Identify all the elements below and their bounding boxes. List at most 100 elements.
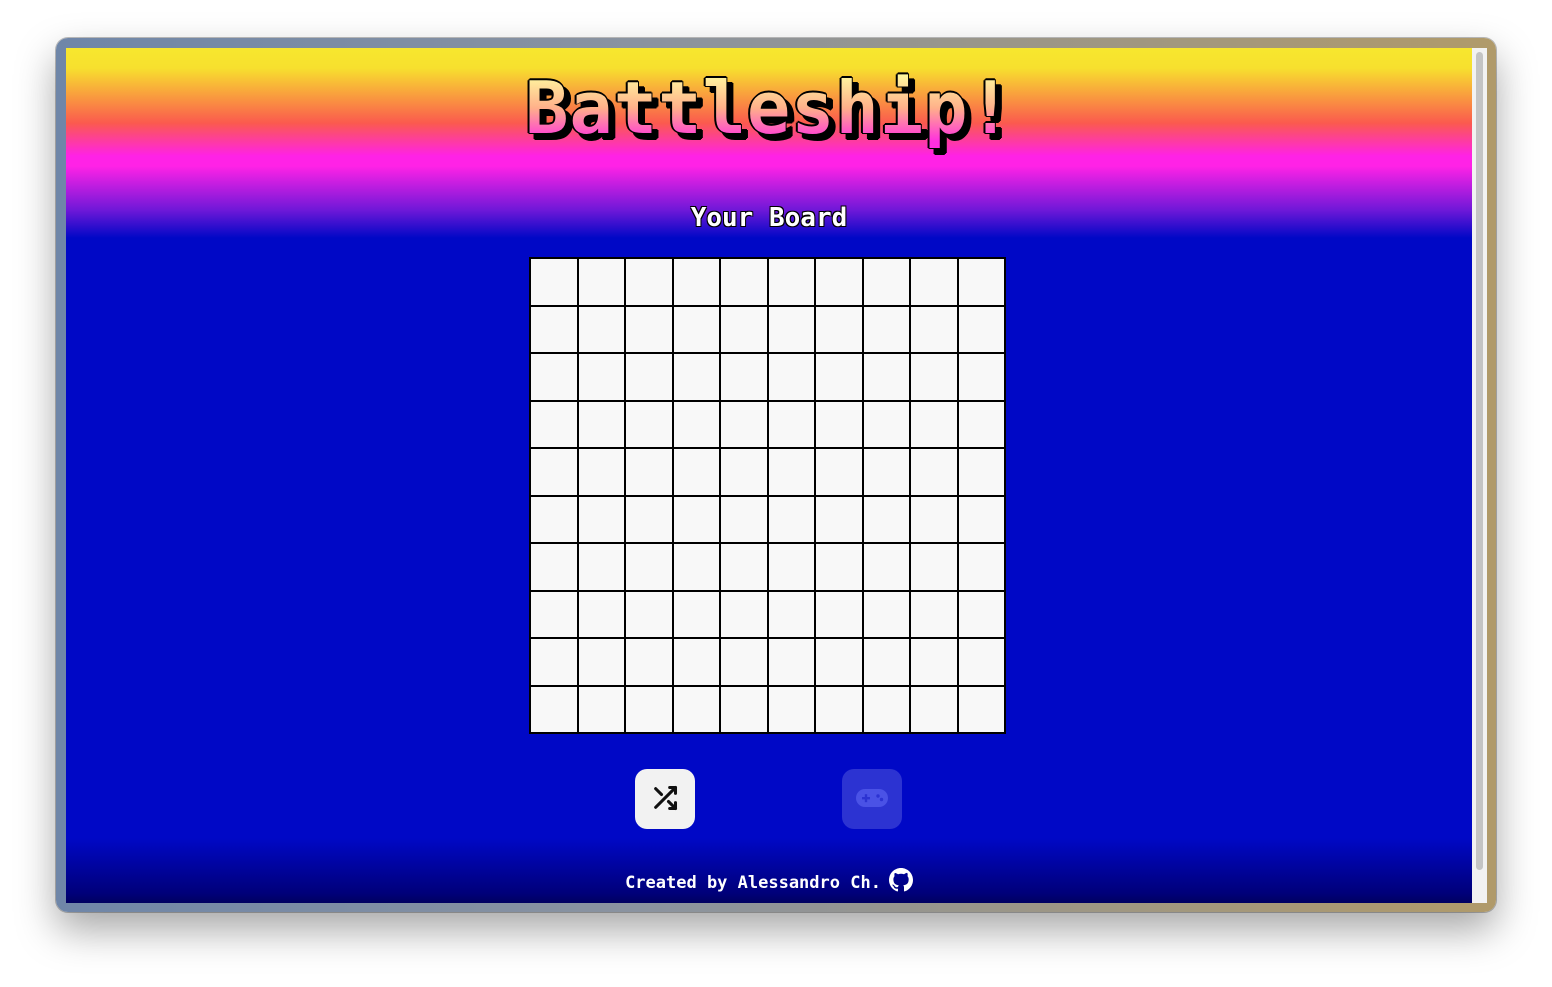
board-cell[interactable]: [578, 639, 624, 685]
board-cell[interactable]: [911, 449, 957, 495]
board-cell[interactable]: [626, 401, 672, 447]
board-cell[interactable]: [816, 354, 862, 400]
board-cell[interactable]: [863, 306, 909, 352]
board-cell[interactable]: [578, 544, 624, 590]
board-cell[interactable]: [721, 401, 767, 447]
board-cell[interactable]: [673, 306, 719, 352]
board-cell[interactable]: [531, 544, 577, 590]
board-cell[interactable]: [626, 306, 672, 352]
board-cell[interactable]: [531, 686, 577, 732]
board-cell[interactable]: [578, 496, 624, 542]
board-cell[interactable]: [816, 259, 862, 305]
board-cell[interactable]: [531, 591, 577, 637]
board-cell[interactable]: [721, 496, 767, 542]
board-cell[interactable]: [816, 544, 862, 590]
board-cell[interactable]: [626, 639, 672, 685]
board-cell[interactable]: [626, 591, 672, 637]
board-cell[interactable]: [721, 449, 767, 495]
board-cell[interactable]: [531, 306, 577, 352]
board-cell[interactable]: [531, 449, 577, 495]
board-cell[interactable]: [816, 686, 862, 732]
board-cell[interactable]: [673, 449, 719, 495]
board-cell[interactable]: [721, 639, 767, 685]
board-cell[interactable]: [721, 591, 767, 637]
board-cell[interactable]: [958, 686, 1004, 732]
start-game-button[interactable]: [842, 769, 902, 829]
board-cell[interactable]: [958, 496, 1004, 542]
board-cell[interactable]: [578, 306, 624, 352]
board-cell[interactable]: [531, 259, 577, 305]
board-cell[interactable]: [911, 354, 957, 400]
board-cell[interactable]: [958, 401, 1004, 447]
board-cell[interactable]: [721, 259, 767, 305]
board-cell[interactable]: [531, 354, 577, 400]
board-cell[interactable]: [673, 496, 719, 542]
board-cell[interactable]: [958, 639, 1004, 685]
scrollbar-thumb[interactable]: [1476, 52, 1483, 870]
board-cell[interactable]: [531, 496, 577, 542]
board-cell[interactable]: [768, 686, 814, 732]
board-cell[interactable]: [768, 496, 814, 542]
board-cell[interactable]: [863, 449, 909, 495]
board-cell[interactable]: [768, 306, 814, 352]
board-cell[interactable]: [626, 686, 672, 732]
board-cell[interactable]: [673, 591, 719, 637]
board-cell[interactable]: [816, 401, 862, 447]
board-cell[interactable]: [816, 496, 862, 542]
board-cell[interactable]: [768, 354, 814, 400]
board-cell[interactable]: [626, 496, 672, 542]
board-cell[interactable]: [958, 544, 1004, 590]
board-cell[interactable]: [958, 591, 1004, 637]
board-cell[interactable]: [816, 639, 862, 685]
board-cell[interactable]: [958, 259, 1004, 305]
board-cell[interactable]: [721, 686, 767, 732]
board-cell[interactable]: [863, 259, 909, 305]
board-cell[interactable]: [958, 354, 1004, 400]
board-cell[interactable]: [863, 686, 909, 732]
github-link[interactable]: [888, 868, 913, 897]
board-cell[interactable]: [863, 591, 909, 637]
board-cell[interactable]: [958, 306, 1004, 352]
board-cell[interactable]: [578, 401, 624, 447]
board-cell[interactable]: [626, 259, 672, 305]
board-cell[interactable]: [863, 544, 909, 590]
board-cell[interactable]: [768, 401, 814, 447]
board-cell[interactable]: [673, 354, 719, 400]
board-cell[interactable]: [626, 354, 672, 400]
board-cell[interactable]: [531, 401, 577, 447]
board-cell[interactable]: [768, 449, 814, 495]
board-cell[interactable]: [911, 544, 957, 590]
board-cell[interactable]: [911, 496, 957, 542]
vertical-scrollbar[interactable]: [1472, 48, 1487, 903]
board-cell[interactable]: [863, 639, 909, 685]
board-cell[interactable]: [863, 401, 909, 447]
board-cell[interactable]: [816, 306, 862, 352]
board-cell[interactable]: [911, 639, 957, 685]
board-cell[interactable]: [911, 401, 957, 447]
board-cell[interactable]: [578, 449, 624, 495]
board-cell[interactable]: [673, 544, 719, 590]
board-cell[interactable]: [578, 354, 624, 400]
board-cell[interactable]: [531, 639, 577, 685]
board-cell[interactable]: [911, 259, 957, 305]
board-cell[interactable]: [673, 401, 719, 447]
board-cell[interactable]: [768, 639, 814, 685]
board-cell[interactable]: [578, 259, 624, 305]
board-cell[interactable]: [911, 306, 957, 352]
shuffle-ships-button[interactable]: [635, 769, 695, 829]
board-cell[interactable]: [768, 259, 814, 305]
board-cell[interactable]: [721, 306, 767, 352]
board-cell[interactable]: [673, 259, 719, 305]
board-cell[interactable]: [911, 686, 957, 732]
board-cell[interactable]: [626, 544, 672, 590]
board-cell[interactable]: [673, 639, 719, 685]
board-cell[interactable]: [673, 686, 719, 732]
board-cell[interactable]: [816, 449, 862, 495]
board-cell[interactable]: [721, 544, 767, 590]
board-cell[interactable]: [863, 354, 909, 400]
board-cell[interactable]: [958, 449, 1004, 495]
board-cell[interactable]: [911, 591, 957, 637]
board-cell[interactable]: [626, 449, 672, 495]
board-cell[interactable]: [721, 354, 767, 400]
board-cell[interactable]: [863, 496, 909, 542]
